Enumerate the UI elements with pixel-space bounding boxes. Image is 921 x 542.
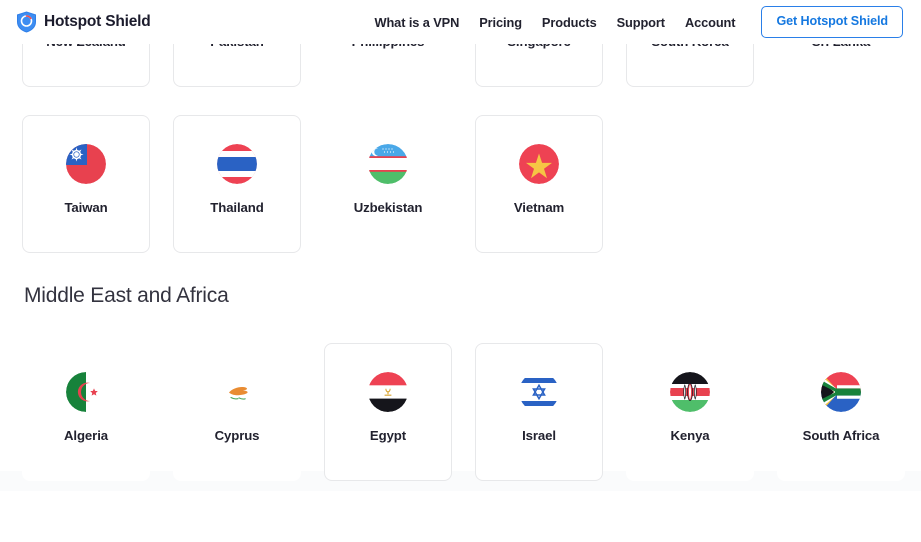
country-card[interactable]: South Africa	[777, 343, 905, 481]
country-card[interactable]: Taiwan	[22, 115, 150, 253]
flag-kenya-icon	[670, 372, 710, 412]
country-card-label: Israel	[522, 428, 556, 443]
get-hotspot-shield-button[interactable]: Get Hotspot Shield	[761, 6, 903, 38]
flag-algeria-icon	[66, 372, 106, 412]
section-heading: Middle East and Africa	[24, 284, 229, 307]
country-card-label: South Africa	[802, 428, 880, 443]
flag-egypt-icon	[368, 372, 408, 412]
country-card[interactable]: Uzbekistan	[324, 115, 452, 253]
flag-cyprus-icon	[217, 372, 257, 412]
flag-thailand-icon	[217, 144, 257, 184]
flag-taiwan-icon	[66, 144, 106, 184]
nav-pricing[interactable]: Pricing	[469, 9, 532, 36]
nav-what-is-a-vpn[interactable]: What is a VPN	[364, 9, 469, 36]
country-row-asia-2: Taiwan Thailand Uzbekistan Vietnam	[22, 115, 899, 253]
country-card-label: Uzbekistan	[353, 200, 423, 215]
site-header: Hotspot Shield What is a VPN Pricing Pro…	[0, 0, 921, 44]
country-card[interactable]: Israel	[475, 343, 603, 481]
country-card[interactable]: Kenya	[626, 343, 754, 481]
brand-logo-link[interactable]: Hotspot Shield	[16, 11, 151, 33]
country-card-label: Cyprus	[214, 428, 260, 443]
shield-logo-icon	[16, 11, 37, 33]
country-card[interactable]: Vietnam	[475, 115, 603, 253]
main-navigation: What is a VPN Pricing Products Support A…	[364, 6, 903, 38]
country-card-label: Algeria	[63, 428, 108, 443]
flag-south-africa-icon	[821, 372, 861, 412]
nav-account[interactable]: Account	[675, 9, 746, 36]
country-card-label: Thailand	[210, 200, 264, 215]
section-heading-block: Middle East and Africa	[22, 285, 899, 306]
nav-products[interactable]: Products	[532, 9, 607, 36]
country-card-label: Vietnam	[513, 200, 565, 215]
country-card[interactable]: Thailand	[173, 115, 301, 253]
country-card[interactable]: Egypt	[324, 343, 452, 481]
flag-vietnam-icon	[519, 144, 559, 184]
country-list-page: New ZealandPakistanPhillippinesSingapore…	[0, 0, 921, 491]
country-card-label: Kenya	[670, 428, 710, 443]
flag-uzbekistan-icon	[368, 144, 408, 184]
brand-name: Hotspot Shield	[44, 13, 151, 30]
country-row-mea-1: Algeria Cyprus Egypt Israel Kenya South Afric…	[22, 343, 905, 481]
country-card-label: Egypt	[369, 428, 407, 443]
country-card[interactable]: Cyprus	[173, 343, 301, 481]
country-card-label: Taiwan	[64, 200, 108, 215]
flag-israel-icon	[519, 372, 559, 412]
country-sections: New ZealandPakistanPhillippinesSingapore…	[22, 0, 905, 481]
country-card[interactable]: Algeria	[22, 343, 150, 481]
nav-support[interactable]: Support	[607, 9, 675, 36]
